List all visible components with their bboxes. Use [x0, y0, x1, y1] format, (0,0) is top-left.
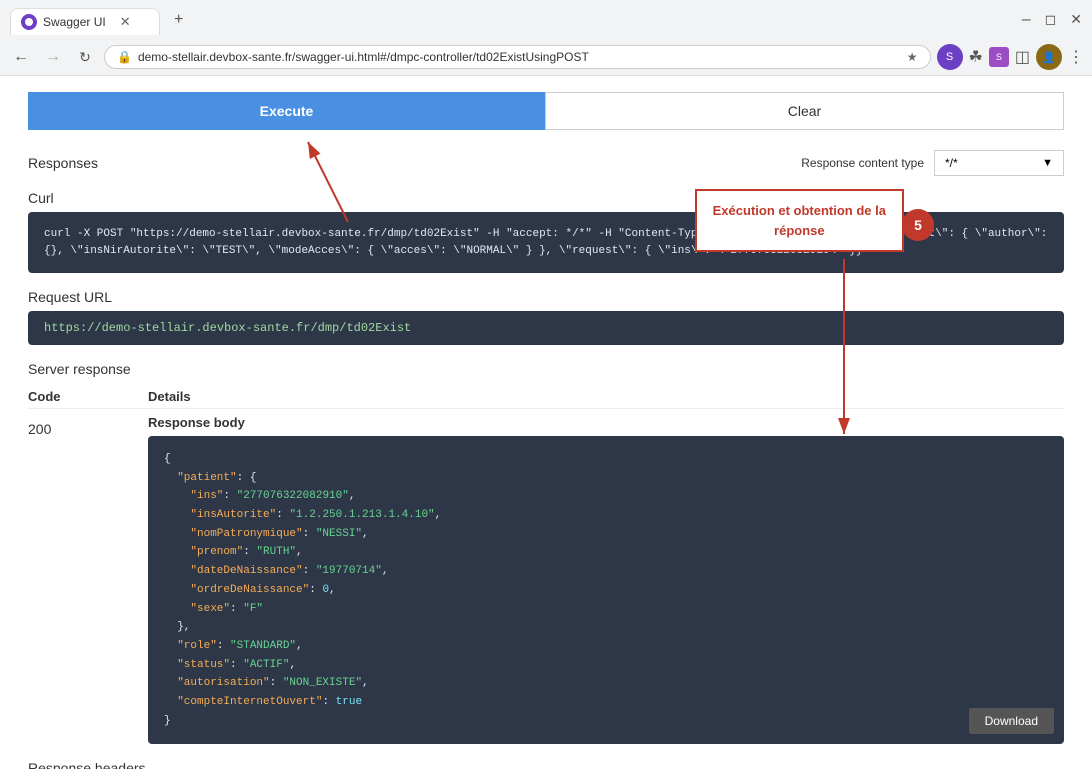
menu-icon[interactable]: ⋮: [1068, 47, 1084, 67]
swagger-tab-icon: [21, 14, 37, 30]
content-type-select[interactable]: */* ▼: [934, 150, 1064, 176]
bookmark-icon[interactable]: ★: [907, 50, 918, 64]
annotation-line1: Exécution et obtention de la: [713, 201, 886, 221]
request-url-label: Request URL: [28, 289, 1064, 305]
execute-button[interactable]: Execute: [28, 92, 545, 130]
lock-icon: 🔒: [117, 50, 132, 64]
clear-button[interactable]: Clear: [545, 92, 1064, 130]
sidebar-icon[interactable]: ◫: [1015, 47, 1030, 67]
browser-tab[interactable]: Swagger UI ✕: [10, 8, 160, 35]
url-text: demo-stellair.devbox-sante.fr/swagger-ui…: [138, 50, 901, 64]
response-table-header: Code Details: [28, 385, 1064, 409]
response-body-json: { "patient": { "ins": "277076322082910",…: [164, 450, 1048, 730]
step-5-badge: 5: [902, 209, 934, 241]
content-type-value: */*: [945, 156, 958, 170]
curl-label: Curl: [28, 190, 1064, 206]
tab-title: Swagger UI: [43, 15, 106, 29]
extension-puzzle-icon[interactable]: ☘: [969, 47, 983, 67]
browser-toolbar: ← → ↻ 🔒 demo-stellair.devbox-sante.fr/sw…: [0, 39, 1092, 76]
profile-icon[interactable]: S: [937, 44, 963, 70]
forward-button[interactable]: →: [40, 44, 66, 70]
browser-window: Swagger UI ✕ + – ◻ ✕ ← → ↻ 🔒 demo-stella…: [0, 0, 1092, 769]
response-table-row: 200 Response body { "patient": { "ins": …: [28, 415, 1064, 744]
new-tab-button[interactable]: +: [166, 7, 191, 33]
annotation-line2: réponse: [713, 221, 886, 241]
content-type-wrapper: Response content type */* ▼: [801, 150, 1064, 176]
server-response-section: Server response Code Details 200 Respons…: [28, 361, 1064, 744]
response-details: Response body { "patient": { "ins": "277…: [148, 415, 1064, 744]
reload-button[interactable]: ↻: [72, 44, 98, 70]
tab-close-icon[interactable]: ✕: [120, 14, 131, 30]
window-titlebar: Swagger UI ✕ + – ◻ ✕: [0, 0, 1092, 39]
user-avatar[interactable]: 👤: [1036, 44, 1062, 70]
response-body-label: Response body: [148, 415, 1064, 430]
response-code: 200: [28, 415, 148, 437]
address-bar[interactable]: 🔒 demo-stellair.devbox-sante.fr/swagger-…: [104, 45, 931, 69]
action-buttons-row: Execute Clear: [28, 92, 1064, 130]
request-url-value: https://demo-stellair.devbox-sante.fr/dm…: [44, 321, 411, 335]
response-body-code: { "patient": { "ins": "277076322082910",…: [148, 436, 1064, 744]
response-headers-section: Response headers: [28, 760, 1064, 769]
extension-icon[interactable]: S: [989, 47, 1009, 67]
annotation-box: Exécution et obtention de la réponse: [695, 189, 904, 252]
responses-title: Responses: [28, 155, 98, 171]
extensions-area: S ☘ S ◫ 👤 ⋮: [937, 44, 1084, 70]
minimize-icon[interactable]: –: [1022, 11, 1031, 29]
swagger-content: Execute Clear Responses Response content…: [0, 76, 1092, 769]
download-button[interactable]: Download: [969, 708, 1054, 734]
restore-icon[interactable]: ◻: [1045, 11, 1057, 28]
response-headers-title: Response headers: [28, 760, 1064, 769]
request-url-section: Request URL https://demo-stellair.devbox…: [28, 289, 1064, 345]
content-type-label: Response content type: [801, 156, 924, 170]
chevron-down-icon: ▼: [1042, 157, 1053, 169]
request-url-code: https://demo-stellair.devbox-sante.fr/dm…: [28, 311, 1064, 345]
server-response-title: Server response: [28, 361, 1064, 377]
window-controls: – ◻ ✕: [1022, 11, 1082, 29]
code-header: Code: [28, 389, 148, 404]
back-button[interactable]: ←: [8, 44, 34, 70]
details-header: Details: [148, 389, 191, 404]
responses-header: Responses Response content type */* ▼: [28, 150, 1064, 176]
close-icon[interactable]: ✕: [1070, 11, 1082, 28]
